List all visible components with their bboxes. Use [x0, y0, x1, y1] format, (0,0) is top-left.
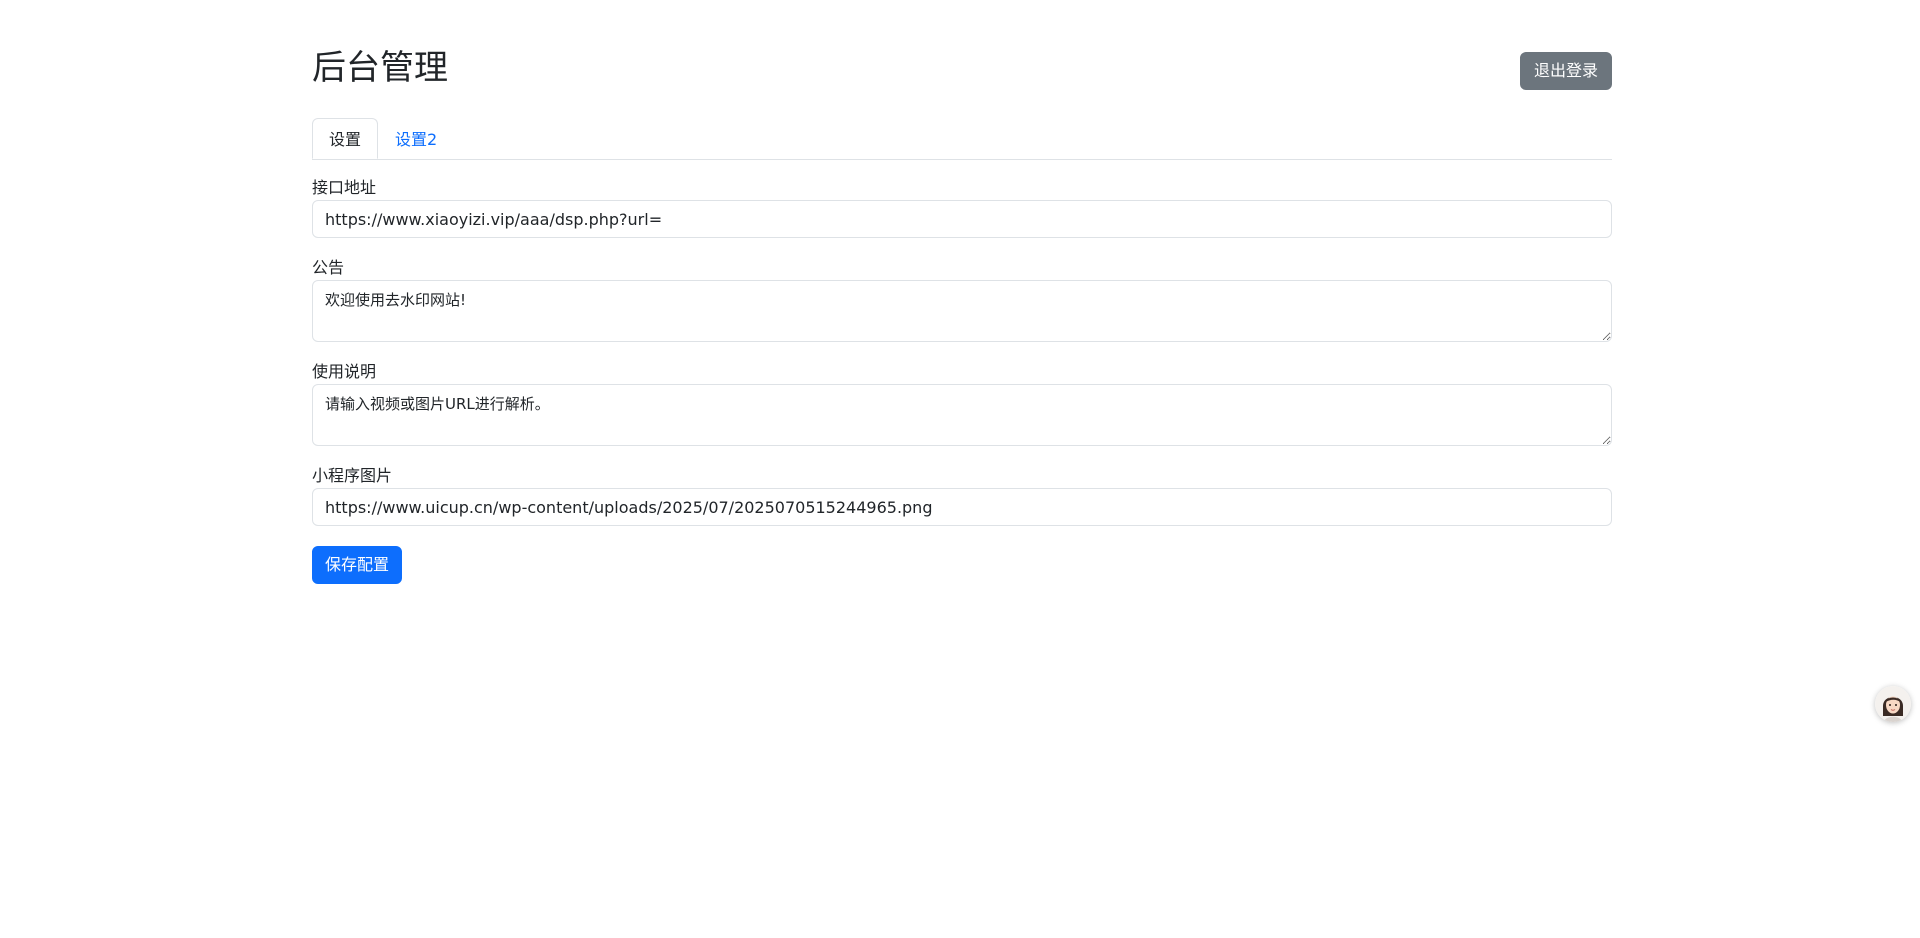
main-container: 后台管理 退出登录 设置 设置2 接口地址 公告 欢迎使用去水印网站! 使用说明…	[312, 0, 1612, 584]
page-title: 后台管理	[312, 48, 448, 88]
instructions-label: 使用说明	[312, 362, 377, 381]
notice-field: 公告 欢迎使用去水印网站!	[312, 258, 1612, 342]
api-url-field: 接口地址	[312, 178, 1612, 238]
mini-program-image-label: 小程序图片	[312, 466, 393, 485]
logout-button[interactable]: 退出登录	[1519, 52, 1612, 90]
tab-settings-2[interactable]: 设置2	[378, 118, 454, 159]
mini-program-image-field: 小程序图片	[312, 466, 1612, 526]
notice-label: 公告	[312, 258, 345, 277]
settings-form: 接口地址 公告 欢迎使用去水印网站! 使用说明 请输入视频或图片URL进行解析。…	[312, 178, 1612, 584]
api-url-label: 接口地址	[312, 178, 377, 197]
instructions-textarea[interactable]: 请输入视频或图片URL进行解析。	[312, 384, 1612, 446]
notice-textarea[interactable]: 欢迎使用去水印网站!	[312, 280, 1612, 342]
instructions-field: 使用说明 请输入视频或图片URL进行解析。	[312, 362, 1612, 446]
tab-settings[interactable]: 设置	[312, 118, 379, 159]
page-header: 后台管理 退出登录	[312, 0, 1612, 110]
avatar-face-icon	[1875, 686, 1911, 722]
api-url-input[interactable]	[312, 200, 1612, 238]
save-config-button[interactable]: 保存配置	[312, 546, 403, 584]
assistant-avatar-icon[interactable]	[1875, 686, 1911, 722]
mini-program-image-input[interactable]	[312, 488, 1612, 526]
tab-bar: 设置 设置2	[312, 118, 1612, 160]
